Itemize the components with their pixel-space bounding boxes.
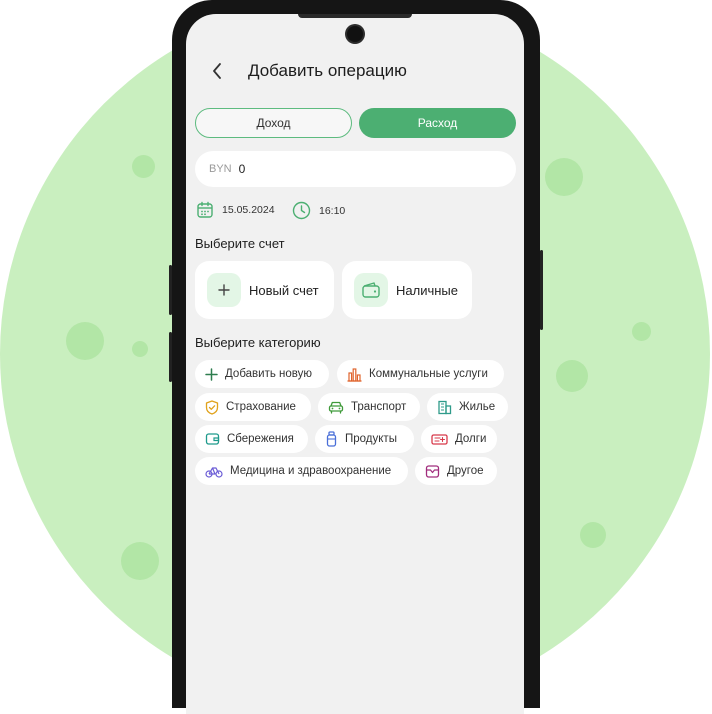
bike-icon — [205, 466, 223, 478]
back-button[interactable] — [208, 62, 226, 80]
wallet-icon — [205, 433, 220, 445]
category-label: Добавить новую — [225, 368, 312, 380]
account-icon-box — [207, 273, 241, 307]
decor-dot — [580, 522, 606, 548]
page-title: Добавить операцию — [248, 61, 407, 80]
building-icon — [438, 400, 452, 414]
date-picker[interactable]: 15.05.2024 — [196, 201, 275, 219]
account-new[interactable]: Новый счет — [195, 261, 334, 319]
category-groceries[interactable]: Продукты — [315, 425, 414, 453]
category-label: Транспорт — [351, 401, 407, 413]
phone-frame: Добавить операцию Доход Расход BYN 0 15.… — [169, 0, 543, 714]
decor-dot — [132, 155, 155, 178]
account-icon-box — [354, 273, 388, 307]
clock-icon — [292, 201, 311, 220]
phone-side-button — [169, 265, 172, 315]
car-icon — [328, 401, 344, 414]
accounts-heading: Выберите счет — [195, 236, 285, 251]
amount-field[interactable]: BYN 0 — [195, 151, 516, 187]
category-transport[interactable]: Транспорт — [318, 393, 420, 421]
category-label: Долги — [455, 433, 487, 445]
calendar-icon — [197, 201, 213, 218]
category-housing[interactable]: Жилье — [427, 393, 508, 421]
plus-icon — [205, 367, 218, 381]
category-label: Коммунальные услуги — [369, 368, 488, 380]
tab-expense[interactable]: Расход — [359, 108, 516, 138]
account-cash[interactable]: Наличные — [342, 261, 472, 319]
category-label: Сбережения — [227, 433, 294, 445]
category-savings[interactable]: Сбережения — [195, 425, 308, 453]
category-other[interactable]: Другое — [415, 457, 497, 485]
decor-dot — [556, 360, 588, 392]
decor-dot — [632, 322, 651, 341]
plus-icon — [218, 284, 230, 296]
amount-value: 0 — [238, 162, 246, 176]
decor-dot — [132, 341, 148, 357]
currency-label: BYN — [209, 163, 232, 175]
chevron-left-icon — [213, 63, 221, 79]
phone-screen: Добавить операцию Доход Расход BYN 0 15.… — [186, 14, 524, 714]
speaker-grille — [298, 14, 412, 18]
camera-icon — [347, 26, 363, 42]
date-value: 15.05.2024 — [222, 204, 275, 216]
account-label: Новый счет — [249, 282, 319, 298]
account-label: Наличные — [396, 282, 458, 298]
shield-icon — [205, 399, 219, 415]
decor-dot — [121, 542, 159, 580]
tab-income[interactable]: Доход — [195, 108, 352, 138]
category-label: Другое — [447, 465, 484, 477]
category-insurance[interactable]: Страхование — [195, 393, 311, 421]
category-medicine[interactable]: Медицина и здравоохранение — [195, 457, 408, 485]
category-label: Страхование — [226, 401, 296, 413]
category-utilities[interactable]: Коммунальные услуги — [337, 360, 504, 388]
phone-side-button — [169, 332, 172, 382]
bar-chart-icon — [347, 367, 362, 382]
header: Добавить операцию — [208, 58, 407, 84]
phone-power-button — [540, 250, 543, 330]
time-value: 16:10 — [319, 204, 346, 217]
case-icon — [425, 464, 440, 478]
category-add-new[interactable]: Добавить новую — [195, 360, 329, 388]
decor-dot — [545, 158, 583, 196]
category-debts[interactable]: Долги — [421, 425, 497, 453]
category-label: Медицина и здравоохранение — [230, 465, 392, 477]
bottle-icon — [326, 431, 337, 447]
time-picker[interactable]: 16:10 — [292, 201, 345, 220]
category-label: Продукты — [345, 433, 397, 445]
category-label: Жилье — [459, 401, 496, 413]
categories-heading: Выберите категорию — [195, 335, 321, 350]
decor-dot — [66, 322, 104, 360]
ticket-icon — [431, 433, 448, 445]
wallet-icon — [362, 282, 380, 298]
